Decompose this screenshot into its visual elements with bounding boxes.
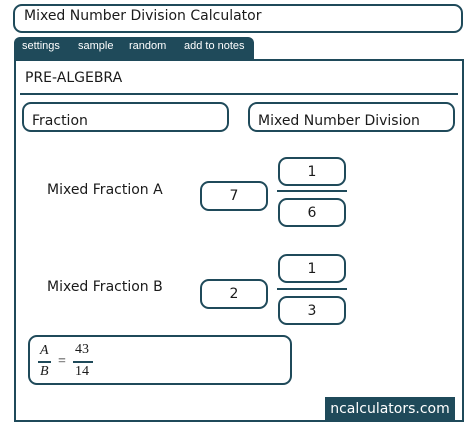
fraction-a-bar: [277, 190, 347, 192]
result-box: [28, 335, 292, 385]
tab-random[interactable]: random: [129, 40, 166, 52]
result-numerator: 43: [75, 342, 89, 357]
result-denominator: 14: [75, 364, 89, 379]
tab-add-to-notes[interactable]: add to notes: [184, 40, 245, 52]
fraction-a-denominator-input[interactable]: 6: [278, 198, 346, 227]
fraction-link-label: Fraction: [32, 113, 88, 129]
fraction-a-numerator-input[interactable]: 1: [278, 157, 346, 186]
fraction-b-numerator-input[interactable]: 1: [278, 254, 346, 283]
brand-badge[interactable]: ncalculators.com: [325, 397, 455, 420]
fraction-a-whole-input[interactable]: 7: [200, 181, 268, 211]
divider: [20, 93, 458, 95]
fraction-b-whole-input[interactable]: 2: [200, 279, 268, 309]
fraction-b-denominator-input[interactable]: 3: [278, 296, 346, 325]
result-lhs-bar: [38, 361, 51, 363]
result-equals: =: [58, 354, 66, 369]
fraction-a-label: Mixed Fraction A: [47, 182, 163, 198]
page-title: Mixed Number Division Calculator: [24, 8, 262, 24]
result-bar: [73, 361, 93, 363]
mixed-number-division-link-label: Mixed Number Division: [258, 113, 420, 129]
fraction-b-bar: [277, 288, 347, 290]
fraction-b-label: Mixed Fraction B: [47, 279, 163, 295]
result-lhs-denominator: B: [40, 364, 49, 379]
tab-sample[interactable]: sample: [78, 40, 113, 52]
tab-settings[interactable]: settings: [22, 40, 60, 52]
result-lhs-numerator: A: [40, 343, 49, 358]
category-label: PRE-ALGEBRA: [25, 70, 123, 86]
